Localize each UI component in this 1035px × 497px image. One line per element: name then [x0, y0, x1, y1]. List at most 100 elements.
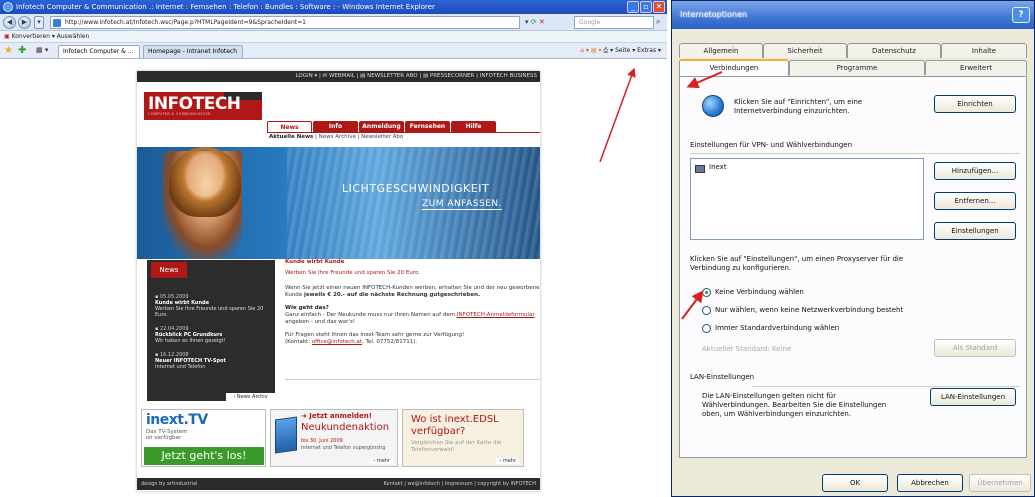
tab-programme[interactable]: Programme — [789, 60, 925, 75]
set-default-button[interactable]: Als Standard — [934, 339, 1016, 357]
vpn-list[interactable]: Inext — [690, 158, 924, 240]
news-text: Werben Sie Ihre Freunde und sparen Sie 2… — [155, 306, 264, 318]
command-bar: ⌂ ▾ ▤ ▾ ⎙ ▾ Seite ▾ Extras ▾ — [580, 45, 661, 57]
banner-headline: LICHTGESCHWINDIGKEIT — [342, 182, 490, 195]
radio-no-dial[interactable] — [702, 288, 711, 297]
footer-links[interactable]: Kontakt | we@infotech | Impressum | copy… — [383, 478, 536, 490]
ie-logo-icon — [3, 2, 13, 12]
ad1-title: inext.TV — [146, 412, 208, 428]
subnav-aktuelle-news[interactable]: Aktuelle News — [269, 134, 313, 140]
nav-fernsehen[interactable]: Fernsehen — [405, 121, 450, 132]
article-p1-bold: jeweils € 20.- auf die nächste Rechnung … — [303, 292, 481, 298]
ie-window: Infotech Computer & Communication .: Int… — [0, 0, 667, 497]
url-input[interactable]: http://www.infotech.at/Infotech.wsc/Page… — [50, 16, 520, 29]
ad1-cta: Jetzt geht's los! — [144, 447, 264, 465]
nav-anmeldung[interactable]: Anmeldung — [359, 121, 404, 132]
tab-label: Infotech Computer & ... — [63, 48, 134, 55]
radio-dial-when-no-network[interactable] — [702, 306, 711, 315]
subnav-other[interactable]: | News Archive | Newsletter Abo — [313, 134, 403, 140]
logo-subtitle: COMPUTER & COMMUNICATION — [148, 112, 211, 116]
article: Kunde wirbt Kunde Werben Sie Ihre Freund… — [285, 259, 540, 352]
ad2-more-link[interactable]: › mehr — [370, 458, 393, 464]
lan-header: LAN-Einstellungen — [690, 373, 755, 381]
article-question: Wie geht das? — [285, 305, 329, 311]
infotech-logo[interactable]: INFOTECH COMPUTER & COMMUNICATION — [144, 92, 262, 120]
form-link[interactable]: INFOTECH-Anmeldeformular — [457, 312, 535, 318]
news-item[interactable]: ▪ 16.12.2008 Neuer INFOTECH TV-Spot Inte… — [155, 352, 273, 370]
site-footer: design by artindustrial Kontakt | we@inf… — [137, 478, 540, 490]
site-topnav[interactable]: LOGIN ▾ | ✉ WEBMAIL | ▤ NEWSLETTER ABO |… — [137, 71, 540, 82]
news-text: Internet und Telefon — [155, 364, 206, 370]
ad2-top: ➜ Jetzt anmelden! — [301, 412, 372, 420]
close-icon[interactable]: ✕ — [653, 1, 665, 13]
nav-hilfe[interactable]: Hilfe — [451, 121, 496, 132]
email-link[interactable]: office@infotech.at — [312, 339, 362, 345]
radio-always-dial[interactable] — [702, 324, 711, 333]
ad-neukundenaktion[interactable]: ➜ Jetzt anmelden! Neukundenaktion bis 30… — [270, 409, 398, 467]
tab-allgemein[interactable]: Allgemein — [679, 43, 763, 58]
tab-verbindungen[interactable]: Verbindungen — [679, 59, 789, 76]
feeds-icon[interactable]: ▤ ▾ — [591, 47, 602, 54]
vpn-item-inext[interactable]: Inext — [709, 163, 727, 171]
ie-titlebar: Infotech Computer & Communication .: Int… — [0, 0, 667, 14]
lan-text: Die LAN-Einstellungen gelten nicht für W… — [702, 392, 887, 418]
cancel-button[interactable]: Abbrechen — [897, 474, 963, 492]
footer-credit[interactable]: design by artindustrial — [141, 481, 197, 487]
home-icon[interactable]: ⌂ ▾ — [580, 47, 589, 54]
ok-button[interactable]: OK — [822, 474, 888, 492]
lan-settings-button[interactable]: LAN-Einstellungen — [930, 388, 1016, 406]
links-bar: ▣ Konvertieren ▾ Auswählen — [0, 31, 667, 43]
nav-news[interactable]: News — [267, 121, 312, 132]
tab-infotech[interactable]: Infotech Computer & ... — [58, 45, 140, 58]
tab-list-icon[interactable]: ▦ ▾ — [36, 46, 48, 54]
news-item[interactable]: ▪ 22.04.2009 Rückblick PC Grundkurs Wir … — [155, 326, 273, 344]
tab-inhalte[interactable]: Inhalte — [941, 43, 1027, 58]
tabs-bar: ★ ✚ ▦ ▾ Infotech Computer & ... Homepage… — [0, 43, 667, 59]
main-nav: News Info Anmeldung Fernsehen Hilfe — [267, 121, 496, 132]
ad3-title1: Wo ist inext.EDSL — [411, 414, 499, 425]
news-item[interactable]: ▪ 05.05.2009 Kunde wirbt Kunde Werben Si… — [155, 294, 273, 318]
radio-no-dial-label[interactable]: Keine Verbindung wählen — [715, 288, 804, 297]
ad-edsl[interactable]: Wo ist inext.EDSL verfügbar? Vergleichen … — [402, 409, 524, 467]
refresh-icon[interactable]: ⟳ — [531, 18, 537, 26]
einrichten-button[interactable]: Einrichten — [934, 95, 1016, 113]
infotech-site: LOGIN ▾ | ✉ WEBMAIL | ▤ NEWSLETTER ABO |… — [137, 71, 540, 491]
url-dropdown-icon[interactable]: ▾ — [525, 18, 529, 26]
favorites-star-icon[interactable]: ★ — [4, 45, 13, 56]
minimize-icon[interactable]: _ — [627, 1, 639, 13]
news-archive-link[interactable]: › News Archiv — [226, 393, 275, 401]
ad1-sub2: ist verfügbar — [146, 435, 182, 441]
ad2-date: bis 30. Juni 2009 — [301, 438, 343, 444]
stop-icon[interactable]: ✕ — [539, 18, 545, 26]
news-box: News ▪ 05.05.2009 Kunde wirbt Kunde Werb… — [147, 260, 275, 401]
radio-always-dial-label[interactable]: Immer Standardverbindung wählen — [715, 324, 839, 333]
add-button[interactable]: Hinzufügen... — [934, 162, 1016, 180]
print-icon[interactable]: ⎙ ▾ — [603, 47, 613, 54]
ad-inext-tv[interactable]: inext.TV Das TV-System ist verfügbar Jetz… — [141, 409, 266, 467]
radio-dial-when-no-network-label[interactable]: Nur wählen, wenn keine Netzwerkverbindun… — [715, 306, 903, 315]
tab-erweitert[interactable]: Erweitert — [925, 60, 1027, 75]
forward-icon[interactable]: ▶ — [18, 16, 31, 29]
news-header: News — [151, 262, 187, 278]
links-bar-text[interactable]: Konvertieren ▾ Auswählen — [12, 33, 90, 40]
back-icon[interactable]: ◀ — [3, 16, 16, 29]
hero-banner[interactable]: LICHTGESCHWINDIGKEIT ZUM ANFASSEN. — [137, 147, 540, 259]
article-lead: Werben Sie Ihre Freunde und sparen Sie 2… — [285, 270, 420, 276]
help-icon[interactable]: ? — [1012, 7, 1030, 23]
remove-button[interactable]: Entfernen... — [934, 192, 1016, 210]
tab-homepage[interactable]: Homepage - Intranet Infotech — [143, 45, 243, 58]
search-icon[interactable]: ⌕ — [656, 17, 660, 27]
current-default: Aktueller Standard: Keine — [702, 345, 792, 353]
nav-dropdown-icon[interactable]: ▾ — [34, 16, 44, 29]
tab-datenschutz[interactable]: Datenschutz — [847, 43, 941, 58]
add-favorites-icon[interactable]: ✚ — [18, 45, 26, 56]
settings-button[interactable]: Einstellungen — [934, 222, 1016, 240]
ad3-more-link[interactable]: › mehr — [496, 458, 519, 464]
nav-info[interactable]: Info — [313, 121, 358, 132]
command-bar-text[interactable]: Seite ▾ Extras ▾ — [615, 47, 661, 54]
tab-label: Homepage - Intranet Infotech — [148, 48, 238, 55]
apply-button[interactable]: Übernehmen — [969, 474, 1031, 492]
tab-sicherheit[interactable]: Sicherheit — [763, 43, 847, 58]
maximize-icon[interactable]: ▫ — [640, 1, 652, 13]
search-input[interactable]: Google — [574, 16, 654, 29]
